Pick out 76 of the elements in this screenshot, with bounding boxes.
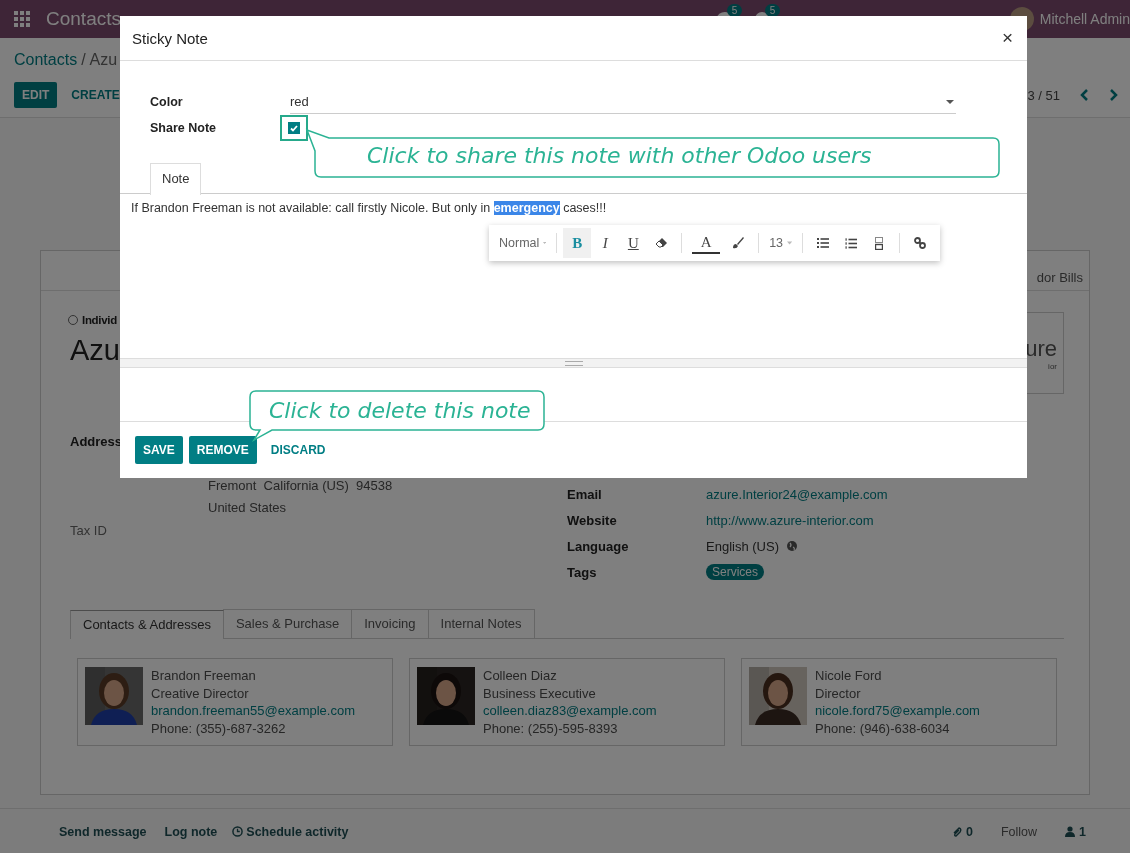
attachment-count[interactable]: 0 (965, 824, 973, 839)
caret-icon (787, 241, 793, 245)
email-link[interactable]: nicole.ford75@example.com (815, 702, 980, 721)
field-label: Website (567, 512, 618, 528)
notebook-tab[interactable]: Internal Notes (427, 609, 535, 638)
checkbox[interactable] (288, 122, 300, 134)
app-title[interactable]: Contacts (46, 8, 121, 30)
dropdown-button[interactable]: 13 (765, 228, 797, 258)
field-label: Email (567, 486, 603, 502)
contact-phone: Phone: (255)-595-8393 (483, 720, 619, 738)
notebook-tab[interactable]: Contacts & Addresses (70, 610, 224, 639)
edit-button[interactable]: EDIT (14, 82, 58, 108)
field-value: English (US) (706, 538, 779, 554)
email-link[interactable]: brandon.freeman55@example.com (151, 702, 355, 721)
field-label: Tags (567, 564, 598, 580)
text-color-button[interactable]: A (692, 232, 721, 254)
contact-card[interactable]: Colleen Diaz Business Executive colleen.diaz83@example.com Phone: (255)-595-8393 (409, 658, 725, 746)
globe-icon (786, 541, 797, 551)
caret-icon (543, 241, 547, 245)
contact-title: Director (815, 684, 862, 703)
resize-handle[interactable] (120, 358, 1027, 368)
tag-chip: Services (706, 564, 764, 580)
chatter-action[interactable]: Send message (59, 824, 147, 839)
radio-label[interactable]: Individ (82, 314, 117, 326)
user-name[interactable]: Mitchell Admin (1039, 11, 1130, 27)
company-name: Azu (70, 334, 120, 368)
stacked-boxes-icon (875, 236, 884, 250)
link[interactable]: http://www.azure-interior.com (706, 512, 874, 528)
breadcrumb-current: Azu (89, 51, 118, 69)
field-label: Share Note (150, 121, 217, 135)
paperclip-icon[interactable] (951, 825, 962, 838)
close-button[interactable]: × (997, 27, 1017, 49)
create-button[interactable]: CREATE (63, 82, 128, 108)
dropdown-button[interactable]: Normal (495, 228, 551, 258)
contact-name: Nicole Ford (815, 667, 883, 685)
dialog-button[interactable]: SAVE (135, 436, 183, 464)
callout-text: Click to share this note with other Odoo users (367, 142, 872, 170)
callout-text: Click to delete this note (269, 397, 531, 425)
color-select[interactable]: red (290, 90, 956, 114)
bold-button[interactable]: B (563, 228, 592, 258)
underline-button[interactable]: U (619, 228, 648, 258)
next-icon[interactable] (1108, 89, 1118, 101)
address-line: Fremont California (US) 94538 (208, 477, 394, 495)
field-label: Color (150, 95, 184, 109)
contact-card[interactable]: Brandon Freeman Creative Director brandon.freeman55@example.com Phone: (355)-687-3262 (77, 658, 393, 746)
apps-menu-icon[interactable] (14, 11, 30, 27)
follow-button[interactable]: Follow (1000, 824, 1038, 839)
previous-icon[interactable] (1080, 89, 1090, 101)
email-link[interactable]: colleen.diaz83@example.com (483, 702, 657, 721)
field-label: Language (567, 538, 630, 554)
chatter-action[interactable]: Schedule activity (246, 824, 349, 839)
note-text: If Brandon Freeman is not available: call firstly Nicole. But only in emergency cases!!! (130, 200, 608, 217)
contact-name: Colleen Diaz (483, 667, 558, 685)
contact-phone: Phone: (355)-687-3262 (151, 720, 287, 738)
note-tab[interactable]: Note (150, 163, 202, 195)
dialog-button[interactable]: REMOVE (188, 436, 257, 464)
field-label: Address (70, 433, 123, 451)
smart-button[interactable]: dor Bills (1036, 270, 1083, 285)
clock-icon (232, 826, 244, 837)
italic-button[interactable]: I (591, 228, 620, 258)
contact-card[interactable]: Nicole Ford Director nicole.ford75@example.com Phone: (946)-638-6034 (741, 658, 1057, 746)
contact-name: Brandon Freeman (151, 667, 257, 685)
breadcrumb-separator: / (81, 51, 86, 69)
caret-icon (946, 99, 954, 104)
dialog-title: Sticky Note (132, 29, 208, 47)
contact-title: Business Executive (483, 684, 597, 703)
contact-phone: Phone: (946)-638-6034 (815, 720, 951, 738)
link[interactable]: azure.Interior24@example.com (706, 486, 888, 502)
person-icon[interactable] (1065, 826, 1076, 837)
follower-count[interactable]: 1 (1079, 824, 1086, 839)
contact-title: Creative Director (151, 684, 250, 703)
breadcrumb-link[interactable]: Contacts (14, 51, 78, 69)
pager-counter: 3 / 51 (1027, 87, 1060, 103)
chatter-action[interactable]: Log note (164, 824, 218, 839)
address-line: United States (208, 499, 288, 517)
field-label: Tax ID (70, 522, 108, 538)
